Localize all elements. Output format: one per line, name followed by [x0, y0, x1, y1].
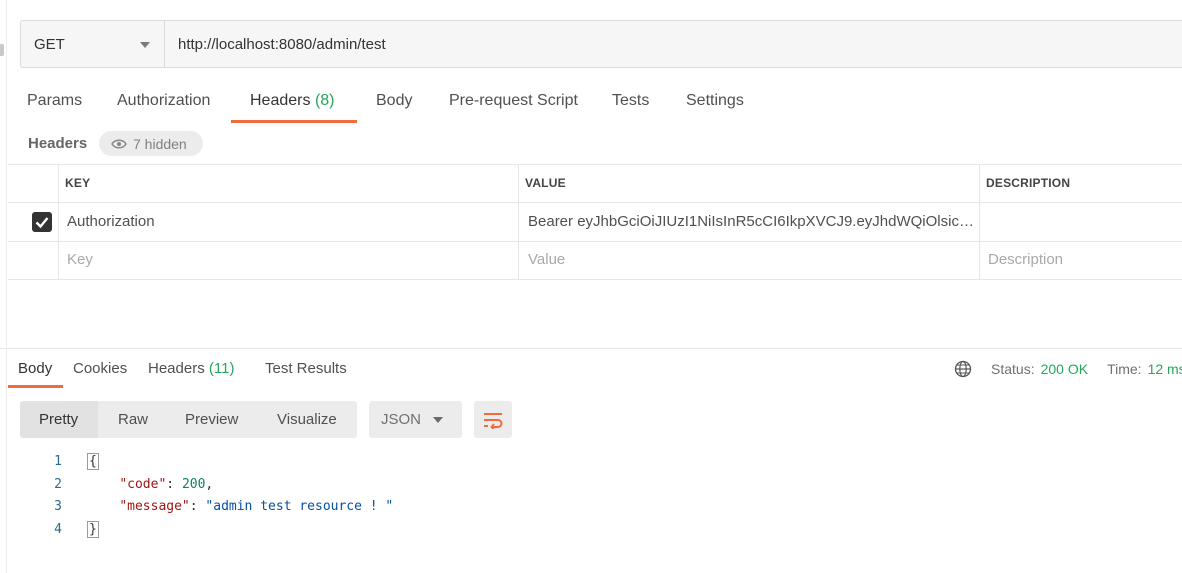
tab-authorization[interactable]: Authorization [117, 92, 210, 120]
column-header-description: DESCRIPTION [986, 176, 1071, 190]
response-meta: Status: 200 OK Time: 12 ms [954, 360, 1182, 378]
status-value[interactable]: 200 OK [1041, 361, 1088, 377]
json-key: "code" [119, 477, 167, 492]
json-key: "message" [119, 499, 190, 514]
tab-body[interactable]: Body [376, 92, 412, 120]
view-visualize-button[interactable]: Visualize [277, 401, 337, 438]
request-url-bar: GET http://localhost:8080/admin/test [20, 20, 1182, 68]
headers-section-title: Headers [28, 135, 88, 152]
view-preview-button[interactable]: Preview [185, 401, 238, 438]
line-number: 1 [54, 454, 62, 469]
new-description-input[interactable]: Description [988, 251, 1063, 268]
status-label: Status: [991, 361, 1035, 377]
format-select[interactable]: JSON [369, 401, 462, 438]
table-border [979, 164, 980, 279]
sidebar-collapse-handle[interactable] [0, 44, 4, 56]
active-tab-indicator [231, 120, 357, 123]
time-value[interactable]: 12 ms [1148, 361, 1182, 377]
column-header-key: KEY [65, 176, 91, 190]
wrap-lines-icon [484, 412, 503, 429]
code-line: { [87, 453, 99, 470]
wrap-lines-button[interactable] [474, 401, 512, 438]
hidden-headers-toggle[interactable]: 7 hidden [99, 131, 203, 156]
table-border [58, 164, 59, 279]
json-string: "admin test resource ! " [205, 499, 394, 514]
chevron-down-icon [140, 42, 150, 48]
code-line: "code": 200, [119, 477, 214, 492]
response-tab-headers[interactable]: Headers (11) [148, 360, 234, 377]
code-line: "message": "admin test resource ! " [119, 499, 394, 514]
table-border [8, 202, 1182, 203]
tab-tests[interactable]: Tests [612, 92, 649, 120]
response-tab-body[interactable]: Body [18, 360, 52, 377]
json-number: 200 [181, 477, 206, 492]
method-label: GET [34, 35, 65, 53]
format-label: JSON [381, 411, 422, 428]
new-key-input[interactable]: Key [67, 251, 93, 268]
checkmark-icon [35, 217, 49, 229]
view-pretty-button[interactable]: Pretty [39, 401, 78, 438]
table-border [8, 241, 1182, 242]
time-label: Time: [1107, 361, 1142, 377]
headers-table: KEY VALUE DESCRIPTION Authorization Bear… [8, 164, 1182, 280]
eye-icon [111, 139, 127, 148]
view-raw-button[interactable]: Raw [118, 401, 148, 438]
response-tab-test-results[interactable]: Test Results [265, 360, 347, 377]
table-border [8, 279, 1182, 280]
chevron-down-icon [433, 417, 443, 423]
header-value-cell[interactable]: Bearer eyJhbGciOiJIUzI1NiIsInR5cCI6IkpXV… [528, 213, 974, 230]
response-tab-cookies[interactable]: Cookies [73, 360, 127, 377]
header-enabled-checkbox[interactable] [32, 212, 52, 232]
sidebar-edge [0, 0, 7, 573]
url-input[interactable]: http://localhost:8080/admin/test [178, 21, 386, 67]
active-response-tab-indicator [8, 385, 63, 388]
tab-headers[interactable]: Headers (8) [250, 92, 335, 120]
line-number: 3 [54, 499, 62, 514]
header-key-cell[interactable]: Authorization [67, 213, 507, 230]
code-line: } [87, 521, 99, 538]
tab-settings[interactable]: Settings [686, 92, 744, 120]
tab-params[interactable]: Params [27, 92, 82, 120]
json-brace: } [87, 521, 99, 538]
method-select[interactable]: GET [21, 21, 165, 67]
new-value-input[interactable]: Value [528, 251, 565, 268]
table-border [8, 164, 1182, 165]
hidden-count-label: 7 hidden [133, 135, 187, 152]
line-number: 4 [54, 522, 62, 537]
column-header-value: VALUE [525, 176, 566, 190]
json-brace: { [87, 453, 99, 470]
globe-icon[interactable] [954, 360, 972, 378]
table-border [518, 164, 519, 279]
pane-divider[interactable] [0, 348, 1182, 349]
line-number: 2 [54, 477, 62, 492]
tab-pre-request-script[interactable]: Pre-request Script [449, 92, 578, 120]
view-mode-group: Pretty Raw Preview Visualize [20, 401, 357, 438]
response-headers-count: (11) [208, 360, 235, 377]
tab-headers-count: (8) [314, 92, 335, 109]
